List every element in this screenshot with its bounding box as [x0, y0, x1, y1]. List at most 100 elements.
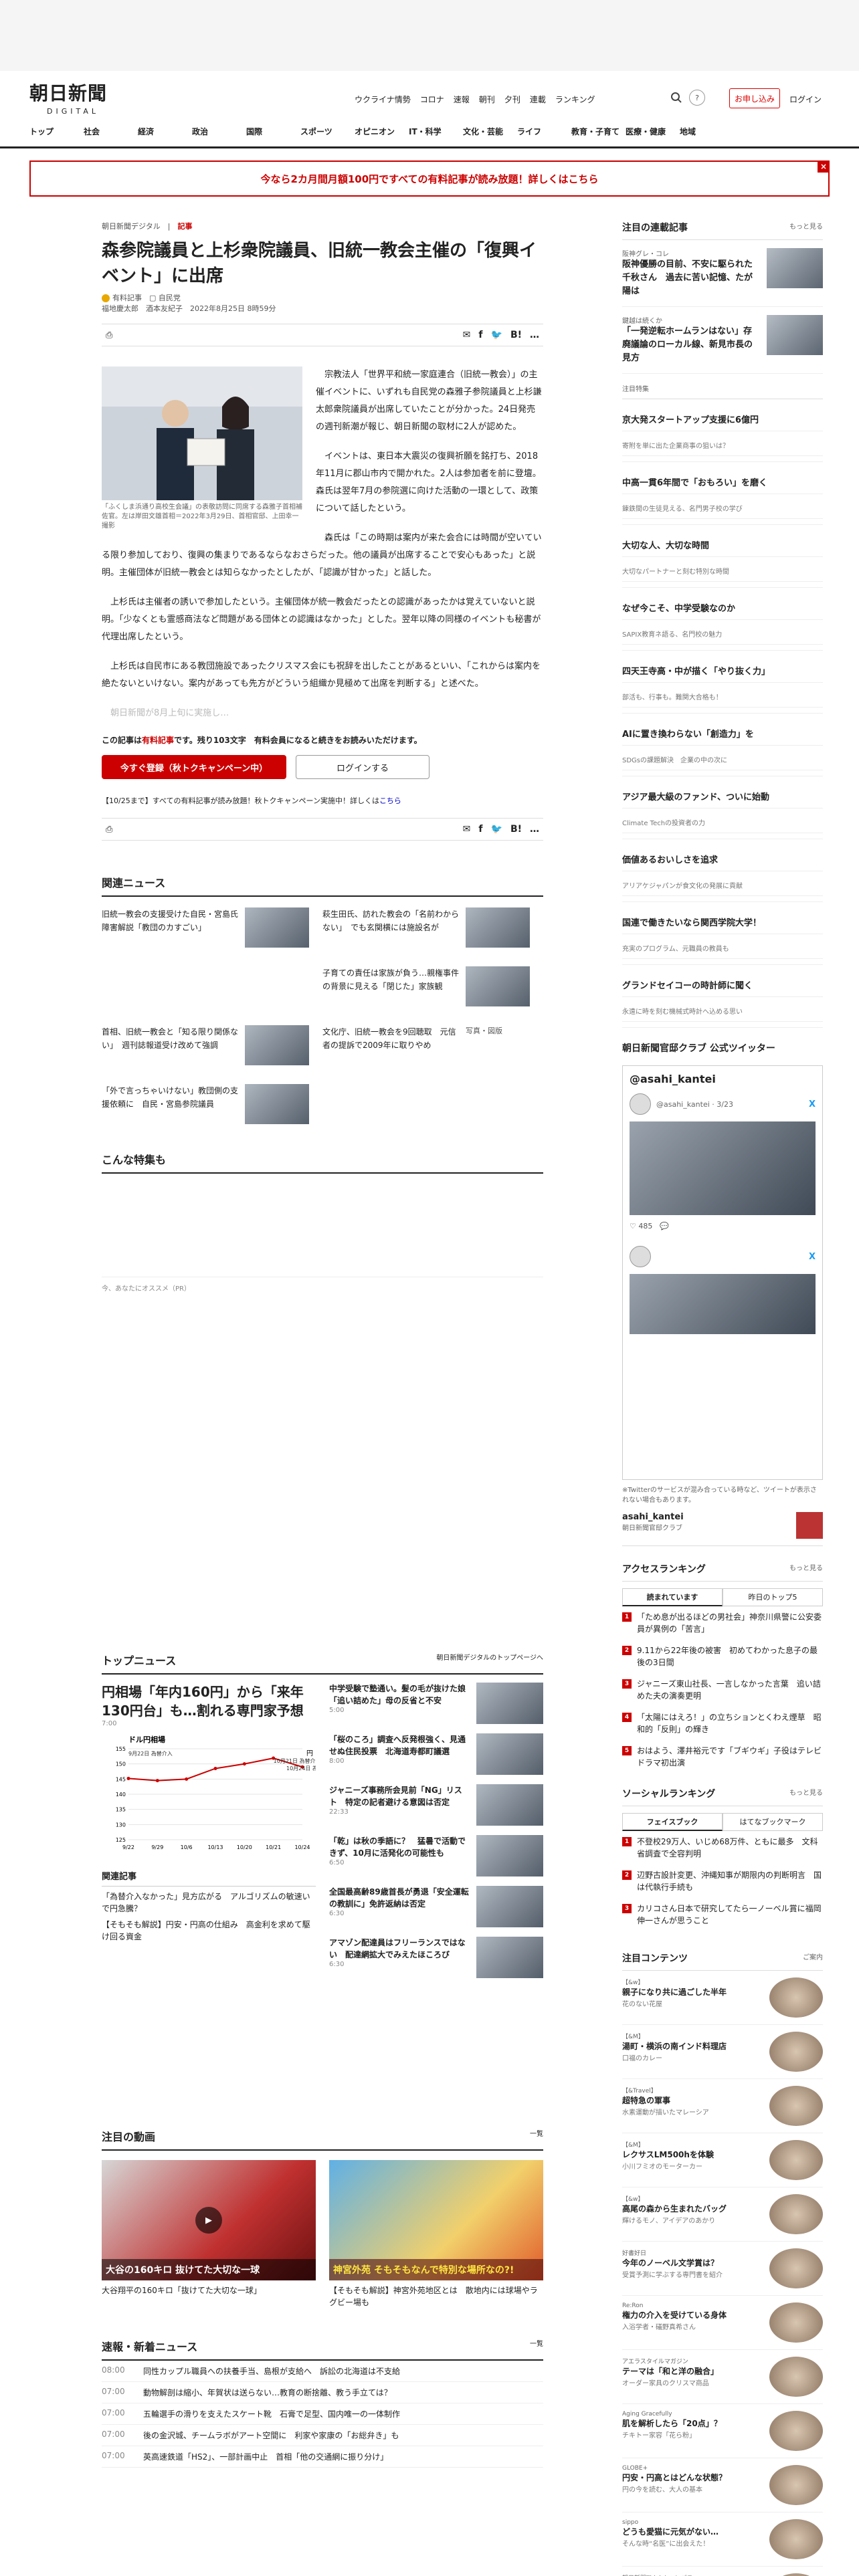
video-item[interactable]: ▶ 大谷の160キロ 抜けてた大切な一球 大谷翔平の160キロ「抜けてた大切な一…	[102, 2160, 316, 2309]
related-article[interactable]: 「為替介入なかった」見方広がる アルゴリズムの敏速いで円急騰？	[102, 1891, 316, 1915]
social-item[interactable]: 1 不登校29万人、いじめ68万件、ともに最多 文科省調査で全容判明	[622, 1831, 823, 1864]
lead-title[interactable]: 円相場「年内160円」から「来年130円台」も…割れる専門家予想	[102, 1683, 316, 1720]
facebook-icon[interactable]: f	[478, 824, 482, 835]
content-item[interactable]: 【&w】 高尾の森から生まれたバッグ 輝けるモノ、アイデアのあかり	[622, 2187, 823, 2242]
content-item[interactable]: アエラスタイルマガジン テーマは「和と洋の融合」 オーダー家具のクリスマ商品	[622, 2350, 823, 2404]
breadcrumb-tag[interactable]: 記事	[178, 222, 193, 231]
feature-item[interactable]: 京大発スタートアップ支援に6億円 寄附を単に出た企業商事の狙いは？	[622, 399, 823, 462]
facebook-icon[interactable]: f	[478, 330, 482, 340]
series-item[interactable]: 阪神グレ・コレ 阪神優勝の目前、不安に駆られた千秋さん 過去に苦い記憶、たが陽は	[622, 240, 823, 307]
tab-hatena[interactable]: はてなブックマーク	[723, 1813, 823, 1831]
article-photo[interactable]: 「ふくしま浜通り高校生会議」の表敬訪問に同席する森雅子首相補佐官。左は岸田文雄首…	[102, 366, 302, 531]
tab-yesterday[interactable]: 昨日のトップ5	[723, 1588, 823, 1606]
related-item[interactable]: 萩生田氏、訪れた教会の「名前わからない」 でも玄関横には施設名が	[322, 907, 543, 948]
breaking-item[interactable]: 07:00 五輪選手の滑りを支えたスケート靴 石膏で足型、国内唯一の一体制作	[102, 2403, 543, 2425]
social-item[interactable]: 2 辺野古設計変更、沖縄知事が期限内の判断明言 国は代執行手続も	[622, 1864, 823, 1898]
site-logo[interactable]: 朝日新聞 DIGITAL	[29, 79, 116, 116]
topnews-item[interactable]: 「桜のころ」調査へ反発根強く、見通せぬ住民投票 北海道寿都町議選 8:00	[329, 1733, 543, 1775]
category-item[interactable]: スポーツ	[300, 126, 355, 146]
series-item[interactable]: 鍵越は続くか 「一発逆転ホームランはない」存廃議論のローカル線、新見市長の見方	[622, 307, 823, 374]
topnews-item[interactable]: アマゾン配達員はフリーランスではない 配達網拡大でみえたほころび 6:30	[329, 1937, 543, 1978]
ranking-item[interactable]: 3 ジャニーズ東山社長、一言しなかった言葉 追い詰めた夫の演奏更明	[622, 1673, 823, 1707]
related-item[interactable]: 子育ての責任は家族が負う…親権事件の背景に見える「閉じた」家族観	[322, 966, 543, 1006]
breaking-more[interactable]: 一覧	[530, 2338, 543, 2354]
video-more[interactable]: 一覧	[530, 2128, 543, 2144]
more-icon[interactable]: …	[530, 824, 539, 835]
category-item[interactable]: 医療・健康	[626, 126, 680, 146]
topnews-more[interactable]: 朝日新聞デジタルのトップページへ	[436, 1652, 543, 1668]
photo-image[interactable]	[102, 366, 302, 500]
nav-item[interactable]: コロナ	[420, 94, 444, 105]
category-item[interactable]: 経済	[138, 126, 192, 146]
category-item[interactable]: 地域	[680, 126, 734, 146]
category-item[interactable]: 文化・芸能	[463, 126, 517, 146]
authors[interactable]: 福地慶太郎 酒本友紀子	[102, 304, 183, 313]
related-article[interactable]: 【そもそも解説】円安・円高の仕組み 高金利を求めて駆け回る資金	[102, 1919, 316, 1943]
topnews-item[interactable]: ジャニーズ事務所会見前「NG」リスト 特定の記者避ける意図は否定 22:33	[329, 1784, 543, 1826]
category-item[interactable]: IT・科学	[409, 126, 463, 146]
feature-item[interactable]: グランドセイコーの時計師に聞く 永遠に時を刻む機械式時計へ込める思い	[622, 965, 823, 1028]
topnews-item[interactable]: 「乾」は秋の季語に？ 猛暑で活動できず、10月に活発化の可能性も 6:50	[329, 1835, 543, 1876]
tab-facebook[interactable]: フェイスブック	[622, 1813, 723, 1831]
mail-icon[interactable]: ✉	[463, 330, 471, 340]
nav-item[interactable]: 夕刊	[504, 94, 520, 105]
help-icon[interactable]: ?	[689, 90, 705, 106]
twitter-icon[interactable]: 🐦	[491, 330, 502, 340]
video-item[interactable]: 神宮外苑 そもそもなんで特別な場所なの?! 【そもそも解説】神宮外苑地区とは 散…	[329, 2160, 543, 2309]
social-more[interactable]: もっと見る	[789, 1787, 823, 1800]
x-logo-icon[interactable]: X	[809, 1099, 816, 1109]
tweet-image[interactable]	[630, 1274, 816, 1334]
close-icon[interactable]: ×	[818, 160, 830, 173]
content-item[interactable]: Re:Ron 権力の介入を受けている身体 入浴学者・礒野真希さん	[622, 2296, 823, 2350]
content-item[interactable]: GLOBE+ 円安・円高とはどんな状態？ 円の今を読む、大人の基本	[622, 2458, 823, 2512]
breaking-item[interactable]: 07:00 動物解剖は縮小、年賀状は送らない…教育の断捨離、教う手立ては？	[102, 2382, 543, 2403]
content-item[interactable]: 朝日新聞Thinkキャンパス東大卒ピアニスト角野さん大学のうまさ、ともに考える。	[622, 2567, 823, 2576]
breaking-item[interactable]: 07:00 英高速鉄道「HS2」、一部計画中止 首相「他の交通網に振り分け」	[102, 2446, 543, 2468]
related-item[interactable]: 首相、旧統一教会と「知る限り関係ない」 週刊誌報道受け改めて強調	[102, 1025, 322, 1065]
ranking-item[interactable]: 5 おはよう、澤井裕元です「ブギウギ」子役はテレビドラマ初出演	[622, 1740, 823, 1774]
category-item[interactable]: オピニオン	[355, 126, 409, 146]
feature-item[interactable]: 大切な人、大切な時間 大切なパートナーと刻む特別な時間	[622, 525, 823, 588]
nav-item[interactable]: 朝刊	[479, 94, 495, 105]
content-item[interactable]: 【&Travel】 超特急の軍事 水素運動が描いたマレーシア	[622, 2079, 823, 2133]
social-item[interactable]: 3 カリコさん日本で研究してたら一ノーベル賞に福岡伸一さんが思うこと	[622, 1898, 823, 1931]
category-item[interactable]: 政治	[192, 126, 246, 146]
nav-item[interactable]: 連載	[530, 94, 546, 105]
related-item[interactable]: 旧統一教会の支援受けた自民・宮島氏 障害解説「教団のカすごい」	[102, 907, 322, 948]
feature-item[interactable]: 国連で働きたいなら関西学院大学！ 充実のプログラム、元職員の教員も	[622, 902, 823, 965]
avatar[interactable]	[630, 1093, 651, 1115]
category-item[interactable]: ライフ	[517, 126, 571, 146]
print-icon[interactable]: ⎙	[106, 330, 112, 340]
category-item[interactable]: 教育・子育て	[571, 126, 626, 146]
breaking-item[interactable]: 07:00 後の金沢城、チームラボがアート空間に 利家や家康の「お総弁き」も	[102, 2425, 543, 2446]
nav-item[interactable]: ウクライナ情勢	[355, 94, 411, 105]
play-icon[interactable]: ▶	[195, 2207, 222, 2234]
ranking-item[interactable]: 2 9.11から22年後の被害 初めてわかった息子の最後の3日間	[622, 1640, 823, 1673]
content-item[interactable]: sippo どうも愛猫に元気がない… そんな時“名医”に出会えた！	[622, 2512, 823, 2567]
avatar[interactable]	[630, 1246, 651, 1267]
login-link[interactable]: ログイン	[789, 94, 822, 105]
contents-more[interactable]: ご案内	[803, 1951, 823, 1965]
notice-link[interactable]: こちら	[379, 796, 401, 805]
party-label[interactable]: 自民党	[159, 294, 181, 302]
print-icon[interactable]: ⎙	[106, 825, 112, 835]
x-logo-icon[interactable]: X	[809, 1252, 816, 1262]
related-item[interactable]: 文化庁、旧統一教会を9回聴取 元信者の提訴で2009年に取りやめ 写真・図版	[322, 1025, 543, 1065]
video-thumb[interactable]: 神宮外苑 そもそもなんで特別な場所なの?!	[329, 2160, 543, 2280]
content-item[interactable]: 好書好日 今年のノーベル文学賞は？ 受賞予測に学ぶする専門書を紹介	[622, 2242, 823, 2296]
nav-item[interactable]: ランキング	[555, 94, 595, 105]
twitter-icon[interactable]: 🐦	[491, 824, 502, 835]
related-item[interactable]: 「外で言っちゃいけない」教団側の支援依頼に 自民・宮島参院議員	[102, 1084, 322, 1124]
feature-item[interactable]: AIに置き換わらない「創造力」を SDGsの課題解決 企業の中の次に	[622, 714, 823, 776]
paywall-login-button[interactable]: ログインする	[296, 755, 430, 779]
tab-reading[interactable]: 読まれています	[622, 1588, 723, 1606]
nav-item[interactable]: 速報	[454, 94, 470, 105]
register-button[interactable]: 今すぐ登録（秋トクキャンペーン中）	[102, 755, 286, 779]
content-item[interactable]: 【&w】 親子になり共に過ごした半年 花のない花屋	[622, 1971, 823, 2025]
more-icon[interactable]: …	[530, 330, 539, 340]
category-item[interactable]: 社会	[84, 126, 138, 146]
hatena-icon[interactable]: B!	[510, 824, 522, 835]
content-item[interactable]: 【&M】 湯町・横浜の南インド料理店 口福のカレー	[622, 2025, 823, 2079]
mail-icon[interactable]: ✉	[463, 824, 471, 835]
hatena-icon[interactable]: B!	[510, 330, 522, 340]
